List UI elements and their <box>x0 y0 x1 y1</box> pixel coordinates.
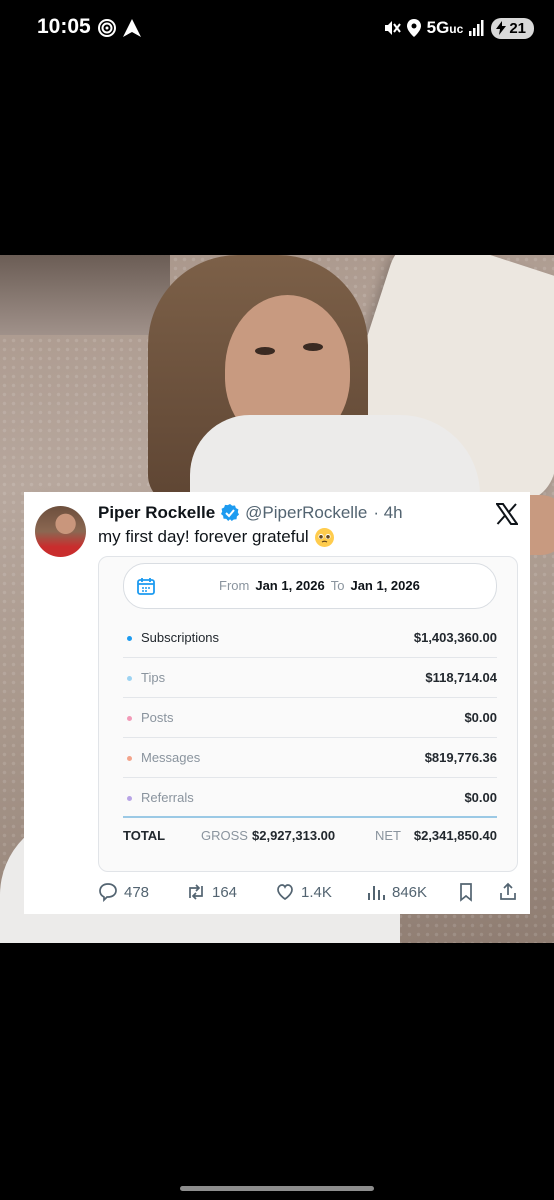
earnings-panel[interactable]: From Jan 1, 2026 To Jan 1, 2026 Subscriptio… <box>98 556 518 872</box>
row-value: $1,403,360.00 <box>413 630 497 645</box>
legend-dot <box>127 716 132 721</box>
views-icon <box>368 886 385 900</box>
total-label: TOTAL <box>123 828 166 843</box>
status-time: 10:05 <box>37 15 91 38</box>
bookmark-icon <box>460 883 472 902</box>
bookmark-button[interactable] <box>456 882 476 902</box>
location-icon <box>406 19 421 37</box>
tweet-card[interactable]: Piper Rockelle @PiperRockelle · 4h my fi… <box>24 492 530 914</box>
earnings-row-referrals[interactable]: Referrals $0.00 <box>123 778 497 818</box>
date-range-text: From Jan 1, 2026 To Jan 1, 2026 <box>219 578 420 593</box>
handle[interactable]: @PiperRockelle <box>245 503 367 523</box>
row-label: Subscriptions <box>141 630 220 645</box>
gross-label: GROSS <box>201 828 248 843</box>
net-value: $2,341,850.40 <box>413 828 497 843</box>
battery-charging-icon <box>496 21 507 35</box>
row-label: Referrals <box>141 790 194 805</box>
status-indicators: 5Guc 21 <box>383 14 534 42</box>
status-bar: 10:05 5Guc 21 <box>0 0 554 56</box>
views-button[interactable]: 846K <box>366 882 427 902</box>
tweet-text-row: my first day! forever grateful <box>98 527 334 547</box>
home-indicator[interactable] <box>180 1186 374 1191</box>
net-label: NET <box>375 828 401 843</box>
row-value: $0.00 <box>464 710 497 725</box>
reply-button[interactable]: 478 <box>98 882 149 902</box>
repost-button[interactable]: 164 <box>186 882 237 902</box>
eye <box>255 347 275 355</box>
navigation-icon <box>123 19 141 37</box>
row-label: Tips <box>141 670 166 685</box>
signal-icon <box>469 20 484 36</box>
eye <box>303 343 323 351</box>
earnings-row-messages[interactable]: Messages $819,776.36 <box>123 738 497 778</box>
earnings-rows: Subscriptions $1,403,360.00 Tips $118,71… <box>123 618 497 818</box>
share-button[interactable] <box>498 882 518 902</box>
earnings-row-tips[interactable]: Tips $118,714.04 <box>123 658 497 698</box>
calendar-icon <box>137 578 155 595</box>
tweet-actions: 478 164 1.4K 846K <box>98 882 518 906</box>
earnings-row-subscriptions[interactable]: Subscriptions $1,403,360.00 <box>123 618 497 658</box>
reply-count: 478 <box>124 883 150 901</box>
repost-icon <box>189 884 203 900</box>
row-label: Messages <box>141 750 201 765</box>
gross-value: $2,927,313.00 <box>252 828 336 843</box>
x-logo-icon <box>496 503 518 525</box>
share-icon <box>500 882 516 900</box>
legend-dot <box>127 796 132 801</box>
earnings-row-posts[interactable]: Posts $0.00 <box>123 698 497 738</box>
reply-icon <box>99 883 117 902</box>
mute-icon <box>384 21 401 35</box>
date-range-selector[interactable]: From Jan 1, 2026 To Jan 1, 2026 <box>123 563 497 609</box>
repost-count: 164 <box>212 883 238 901</box>
display-name[interactable]: Piper Rockelle <box>98 503 215 523</box>
tweet-text: my first day! forever grateful <box>98 527 309 546</box>
legend-dot <box>127 756 132 761</box>
heart-icon <box>277 884 293 901</box>
pleading-face-emoji-icon <box>314 527 334 547</box>
row-value: $118,714.04 <box>425 670 497 685</box>
row-label: Posts <box>141 710 174 725</box>
tweet-header: Piper Rockelle @PiperRockelle · 4h <box>98 503 403 523</box>
like-button[interactable]: 1.4K <box>275 882 332 902</box>
row-value: $819,776.36 <box>424 750 497 765</box>
avatar[interactable] <box>35 506 86 557</box>
legend-dot <box>127 676 132 681</box>
totals-row: TOTAL GROSS $2,927,313.00 NET $2,341,850… <box>123 828 497 848</box>
post-time: · 4h <box>373 503 403 522</box>
like-count: 1.4K <box>301 883 332 901</box>
network-type: 5Guc <box>426 18 464 37</box>
legend-dot <box>127 636 132 641</box>
wall <box>0 255 170 335</box>
verified-badge-icon <box>221 504 240 521</box>
view-count: 846K <box>392 883 428 901</box>
nfc-icon <box>98 19 116 37</box>
battery-indicator: 21 <box>491 17 534 39</box>
row-value: $0.00 <box>464 790 497 805</box>
